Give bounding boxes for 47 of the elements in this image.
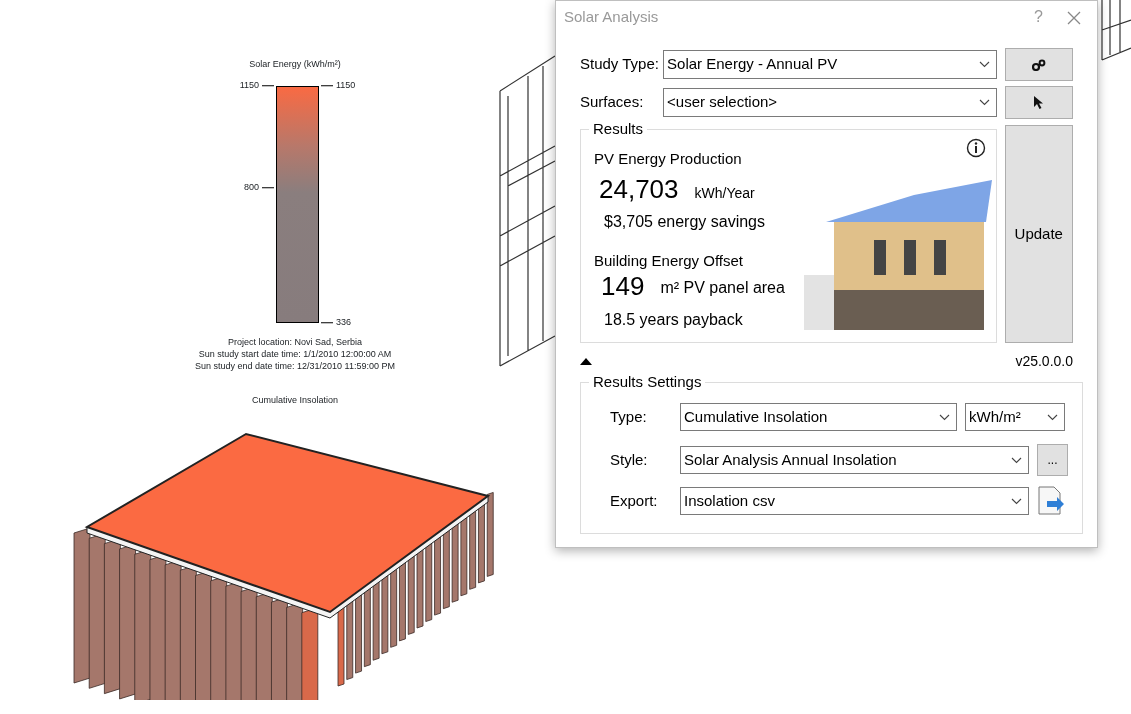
info-icon[interactable] [965, 138, 986, 158]
scale-label: 1150 [239, 79, 259, 93]
view-title: Cumulative Insolation [250, 394, 339, 407]
area-value: 149 [601, 272, 645, 300]
surfaces-dropdown[interactable]: <user selection> [663, 88, 997, 117]
energy-value: 24,703 [599, 173, 679, 204]
chevron-down-icon[interactable] [939, 413, 950, 421]
panel-title: Results Settings [589, 373, 706, 391]
export-file-icon[interactable] [1037, 486, 1065, 516]
scale-label: 1150 [336, 79, 356, 93]
savings-text: $3,705 energy savings [604, 211, 766, 232]
select-surfaces-button[interactable] [1004, 86, 1073, 119]
section-heading: PV Energy Production [594, 149, 743, 169]
study-info-text: Sun study end date time: 12/31/2010 11:59:00 PM [194, 360, 396, 372]
field-label: Export: [610, 490, 659, 511]
window-title: Solar Analysis [564, 6, 660, 27]
style-dropdown[interactable]: Solar Analysis Annual Insolation [680, 446, 1029, 474]
close-icon[interactable] [1067, 10, 1081, 25]
unit-dropdown[interactable]: kWh/m² [965, 403, 1065, 431]
chevron-down-icon[interactable] [978, 99, 990, 106]
more-button[interactable]: ... [1037, 444, 1068, 476]
legend-title: Solar Energy (kWh/m²) [248, 58, 342, 71]
export-dropdown[interactable]: Insolation csv [680, 487, 1029, 515]
update-button[interactable]: Update [1004, 125, 1073, 343]
chevron-down-icon[interactable] [978, 61, 990, 68]
section-heading: Building Energy Offset [594, 250, 744, 271]
chevron-down-icon[interactable] [1011, 497, 1022, 505]
scale-label: 336 [336, 316, 352, 330]
field-label: Style: [610, 449, 649, 470]
chevron-down-icon[interactable] [1047, 413, 1058, 421]
energy-unit: kWh/Year [694, 183, 755, 203]
collapse-arrow-icon[interactable] [580, 358, 592, 365]
version-text: v25.0.0.0 [1015, 352, 1073, 371]
cursor-icon[interactable] [1033, 95, 1045, 110]
scale-label: 800 [243, 181, 259, 195]
study-info-text: Project location: Novi Sad, Serbia [226, 336, 364, 348]
result-type-dropdown[interactable]: Cumulative Insolation [680, 403, 957, 431]
chevron-down-icon[interactable] [1011, 456, 1022, 464]
study-info-text: Sun study start date time: 1/1/2010 12:00:00 AM [197, 348, 393, 360]
payback-text: 18.5 years payback [604, 310, 744, 330]
field-label: Type: [610, 406, 648, 427]
gears-icon[interactable] [1031, 58, 1046, 71]
field-label: Study Type: [580, 54, 660, 75]
settings-button[interactable] [1004, 48, 1073, 81]
area-unit: m² PV panel area [660, 278, 785, 298]
field-label: Surfaces: [580, 92, 645, 113]
study-type-dropdown[interactable]: Solar Energy - Annual PV [663, 50, 997, 79]
